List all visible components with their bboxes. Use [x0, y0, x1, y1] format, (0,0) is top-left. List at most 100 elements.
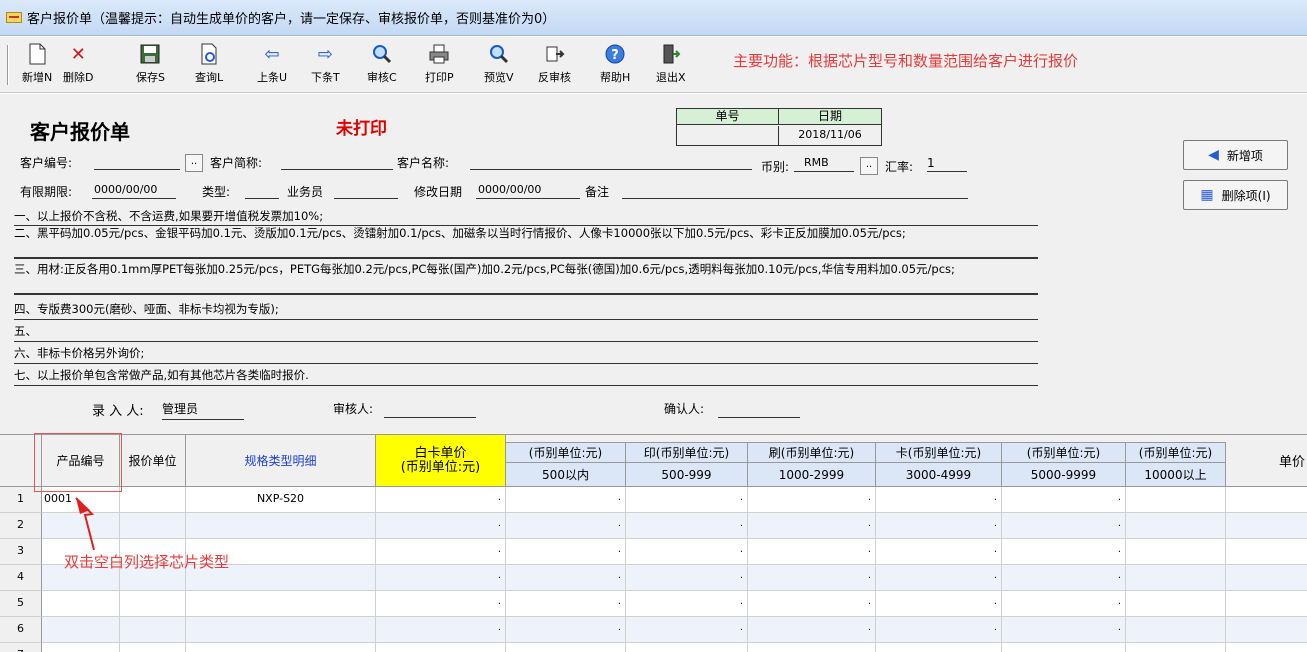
- product-code-cell[interactable]: [42, 591, 120, 617]
- grid-cell[interactable]: .: [1002, 565, 1126, 591]
- grid-cell[interactable]: [1126, 565, 1226, 591]
- grid-cell[interactable]: .: [1002, 643, 1126, 652]
- grid-cell[interactable]: .: [1002, 539, 1126, 565]
- toolbar-grip[interactable]: [7, 45, 9, 85]
- grid-cell[interactable]: [1126, 539, 1226, 565]
- audit-button[interactable]: 审核C: [367, 43, 397, 89]
- expiry-field[interactable]: 0000/00/00: [92, 183, 176, 199]
- qty-col4-bottom[interactable]: 3000-4999: [876, 463, 1002, 487]
- grid-cell[interactable]: .: [506, 617, 626, 643]
- customer-name-field[interactable]: [470, 154, 752, 170]
- grid-cell[interactable]: .: [748, 565, 876, 591]
- qty-col1-top[interactable]: (币别单位:元): [506, 443, 626, 463]
- grid-cell[interactable]: .: [748, 643, 876, 652]
- note-line-5[interactable]: 五、: [14, 322, 1038, 342]
- auditor-field[interactable]: [384, 402, 476, 418]
- note-line-2[interactable]: 二、黑平码加0.05元/pcs、金银平码加0.1元、烫版加0.1元/pcs、烫镭…: [14, 227, 1038, 259]
- grid-cell[interactable]: [1126, 617, 1226, 643]
- grid-cell[interactable]: .: [876, 643, 1002, 652]
- query-button[interactable]: 查询L: [195, 43, 223, 89]
- delete-button[interactable]: ✕ 删除D: [63, 43, 93, 89]
- grid-cell[interactable]: .: [376, 539, 506, 565]
- grid-cell[interactable]: .: [1002, 487, 1126, 513]
- grid-cell[interactable]: .: [626, 565, 748, 591]
- grid-cell[interactable]: .: [748, 539, 876, 565]
- print-button[interactable]: 打印P: [425, 43, 454, 89]
- currency-field[interactable]: RMB: [794, 156, 854, 172]
- spec-cell[interactable]: [186, 643, 376, 652]
- unit-price-header[interactable]: 单价: [1226, 435, 1307, 487]
- date-field[interactable]: 2018/11/06: [779, 126, 881, 145]
- grid-cell[interactable]: [120, 617, 186, 643]
- white-card-price-header[interactable]: 白卡单价 (币别单位:元): [376, 435, 506, 487]
- grid-cell[interactable]: .: [748, 487, 876, 513]
- grid-cell[interactable]: .: [376, 617, 506, 643]
- spec-cell[interactable]: [186, 591, 376, 617]
- row-number[interactable]: 7: [0, 643, 42, 652]
- grid-cell[interactable]: [1226, 539, 1307, 565]
- add-item-button[interactable]: ◀ 新增项: [1183, 140, 1288, 170]
- product-code-cell[interactable]: [42, 643, 120, 652]
- grid-cell[interactable]: [1226, 565, 1307, 591]
- remark-field[interactable]: [622, 183, 968, 199]
- qty-col1-bottom[interactable]: 500以内: [506, 463, 626, 487]
- row-number[interactable]: 6: [0, 617, 42, 643]
- row-number[interactable]: 5: [0, 591, 42, 617]
- salesman-field[interactable]: [334, 183, 398, 199]
- grid-cell[interactable]: .: [876, 513, 1002, 539]
- exit-button[interactable]: 退出X: [656, 43, 686, 89]
- qty-col2-bottom[interactable]: 500-999: [626, 463, 748, 487]
- spec-header[interactable]: 规格类型明细: [186, 435, 376, 487]
- note-line-1[interactable]: 一、以上报价不含税、不含运费,如果要开增值税发票加10%;: [14, 208, 1038, 226]
- customer-short-field[interactable]: [281, 154, 393, 170]
- grid-cell[interactable]: [1226, 487, 1307, 513]
- qty-col5-top[interactable]: (币别单位:元): [1002, 443, 1126, 463]
- currency-lookup-button[interactable]: ..: [860, 157, 878, 175]
- grid-cell[interactable]: .: [506, 591, 626, 617]
- preview-button[interactable]: 预览V: [484, 43, 514, 89]
- grid-cell[interactable]: .: [506, 487, 626, 513]
- row-number[interactable]: 2: [0, 513, 42, 539]
- grid-cell[interactable]: [1226, 513, 1307, 539]
- grid-cell[interactable]: .: [1002, 513, 1126, 539]
- qty-col3-top[interactable]: 刷(币别单位:元): [748, 443, 876, 463]
- spec-cell[interactable]: [186, 617, 376, 643]
- qty-col4-top[interactable]: 卡(币别单位:元): [876, 443, 1002, 463]
- entry-person-field[interactable]: 管理员: [162, 400, 244, 420]
- product-code-cell[interactable]: [42, 617, 120, 643]
- grid-cell[interactable]: .: [626, 539, 748, 565]
- qty-col6-top[interactable]: (币别单位:元): [1126, 443, 1226, 463]
- help-button[interactable]: ? 帮助H: [600, 43, 630, 89]
- grid-cell[interactable]: .: [376, 643, 506, 652]
- quote-unit-header[interactable]: 报价单位: [120, 435, 186, 487]
- qty-col6-bottom[interactable]: 10000以上: [1126, 463, 1226, 487]
- grid-cell[interactable]: .: [626, 617, 748, 643]
- note-line-6[interactable]: 六、非标卡价格另外询价;: [14, 344, 1038, 364]
- rate-field[interactable]: 1: [927, 156, 967, 172]
- grid-cell[interactable]: .: [506, 565, 626, 591]
- grid-cell[interactable]: .: [748, 591, 876, 617]
- grid-cell[interactable]: [1126, 513, 1226, 539]
- new-button[interactable]: 新增N: [22, 43, 52, 89]
- grid-cell[interactable]: .: [376, 565, 506, 591]
- doc-no-field[interactable]: [677, 126, 779, 145]
- grid-cell[interactable]: .: [876, 591, 1002, 617]
- grid-cell[interactable]: [1226, 617, 1307, 643]
- modified-date-field[interactable]: 0000/00/00: [476, 183, 580, 199]
- prev-record-button[interactable]: ⇦ 上条U: [257, 43, 287, 89]
- grid-cell[interactable]: .: [876, 487, 1002, 513]
- grid-cell[interactable]: .: [1002, 617, 1126, 643]
- grid-cell[interactable]: [120, 513, 186, 539]
- row-number[interactable]: 4: [0, 565, 42, 591]
- grid-cell[interactable]: .: [748, 617, 876, 643]
- grid-cell[interactable]: .: [626, 487, 748, 513]
- grid-cell[interactable]: .: [626, 643, 748, 652]
- grid-cell[interactable]: .: [748, 513, 876, 539]
- customer-code-field[interactable]: [94, 154, 180, 170]
- grid-cell[interactable]: [1126, 487, 1226, 513]
- grid-cell[interactable]: .: [876, 565, 1002, 591]
- grid-cell[interactable]: [120, 643, 186, 652]
- next-record-button[interactable]: ⇨ 下条T: [311, 43, 340, 89]
- note-line-4[interactable]: 四、专版费300元(磨砂、哑面、非标卡均视为专版);: [14, 300, 1038, 320]
- qty-col5-bottom[interactable]: 5000-9999: [1002, 463, 1126, 487]
